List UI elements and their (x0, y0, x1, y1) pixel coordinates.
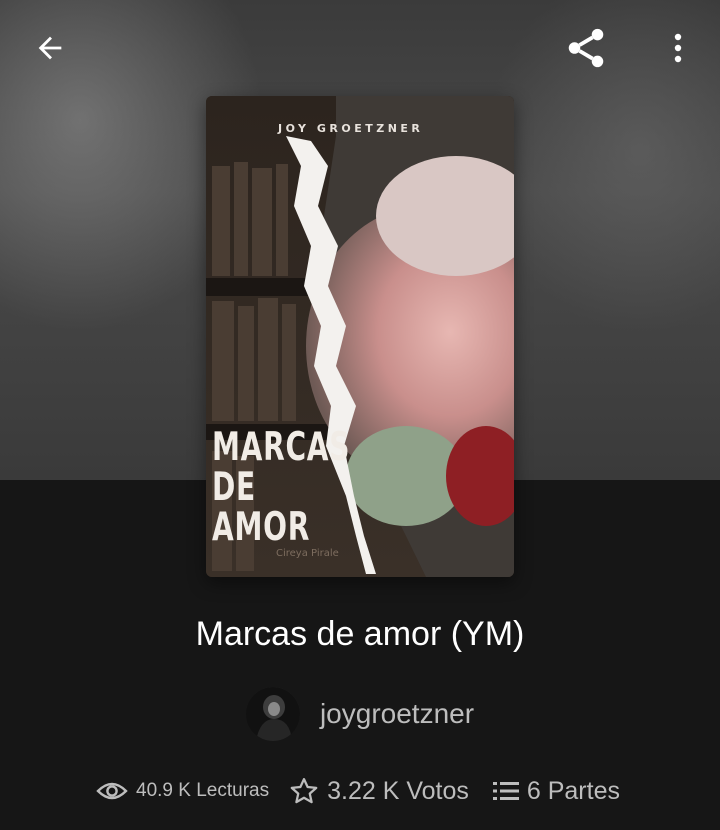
parts-count: 6 Partes (526, 776, 620, 805)
stats-row: 40.9 K Lecturas 3.22 K Votos 6 Partes (96, 770, 636, 812)
author-username[interactable]: joygroetzner (320, 698, 474, 730)
star-outline-icon (290, 778, 318, 804)
author-row[interactable]: joygroetzner (0, 686, 720, 742)
cover-title-text: MARCAS DE AMOR (212, 425, 351, 550)
cover-title-line2: DE AMOR (212, 465, 311, 550)
votes-count: 3.22 K Votos (327, 776, 469, 805)
parts-stat: 6 Partes (492, 776, 620, 806)
list-icon (492, 782, 519, 800)
cover-author-text: JOY GROETZNER (278, 122, 424, 135)
eye-icon (96, 782, 128, 800)
back-button[interactable] (22, 22, 78, 74)
avatar[interactable] (245, 687, 300, 741)
cover-title-line1: MARCAS (212, 425, 351, 470)
reads-stat: 40.9 K Lecturas (96, 780, 269, 802)
more-options-button[interactable] (656, 22, 700, 74)
more-vertical-icon (674, 33, 682, 63)
top-app-bar (0, 0, 720, 96)
story-title: Marcas de amor (YM) (195, 615, 525, 653)
votes-stat: 3.22 K Votos (289, 776, 469, 806)
book-cover[interactable]: Cireya Pirale JOY GROETZNER MARCAS DE AM… (206, 96, 514, 577)
reads-count: 40.9 K Lecturas (136, 780, 270, 801)
share-button[interactable] (556, 18, 616, 78)
share-icon (568, 28, 604, 68)
arrow-left-icon (38, 36, 62, 60)
avatar-image (245, 687, 300, 741)
